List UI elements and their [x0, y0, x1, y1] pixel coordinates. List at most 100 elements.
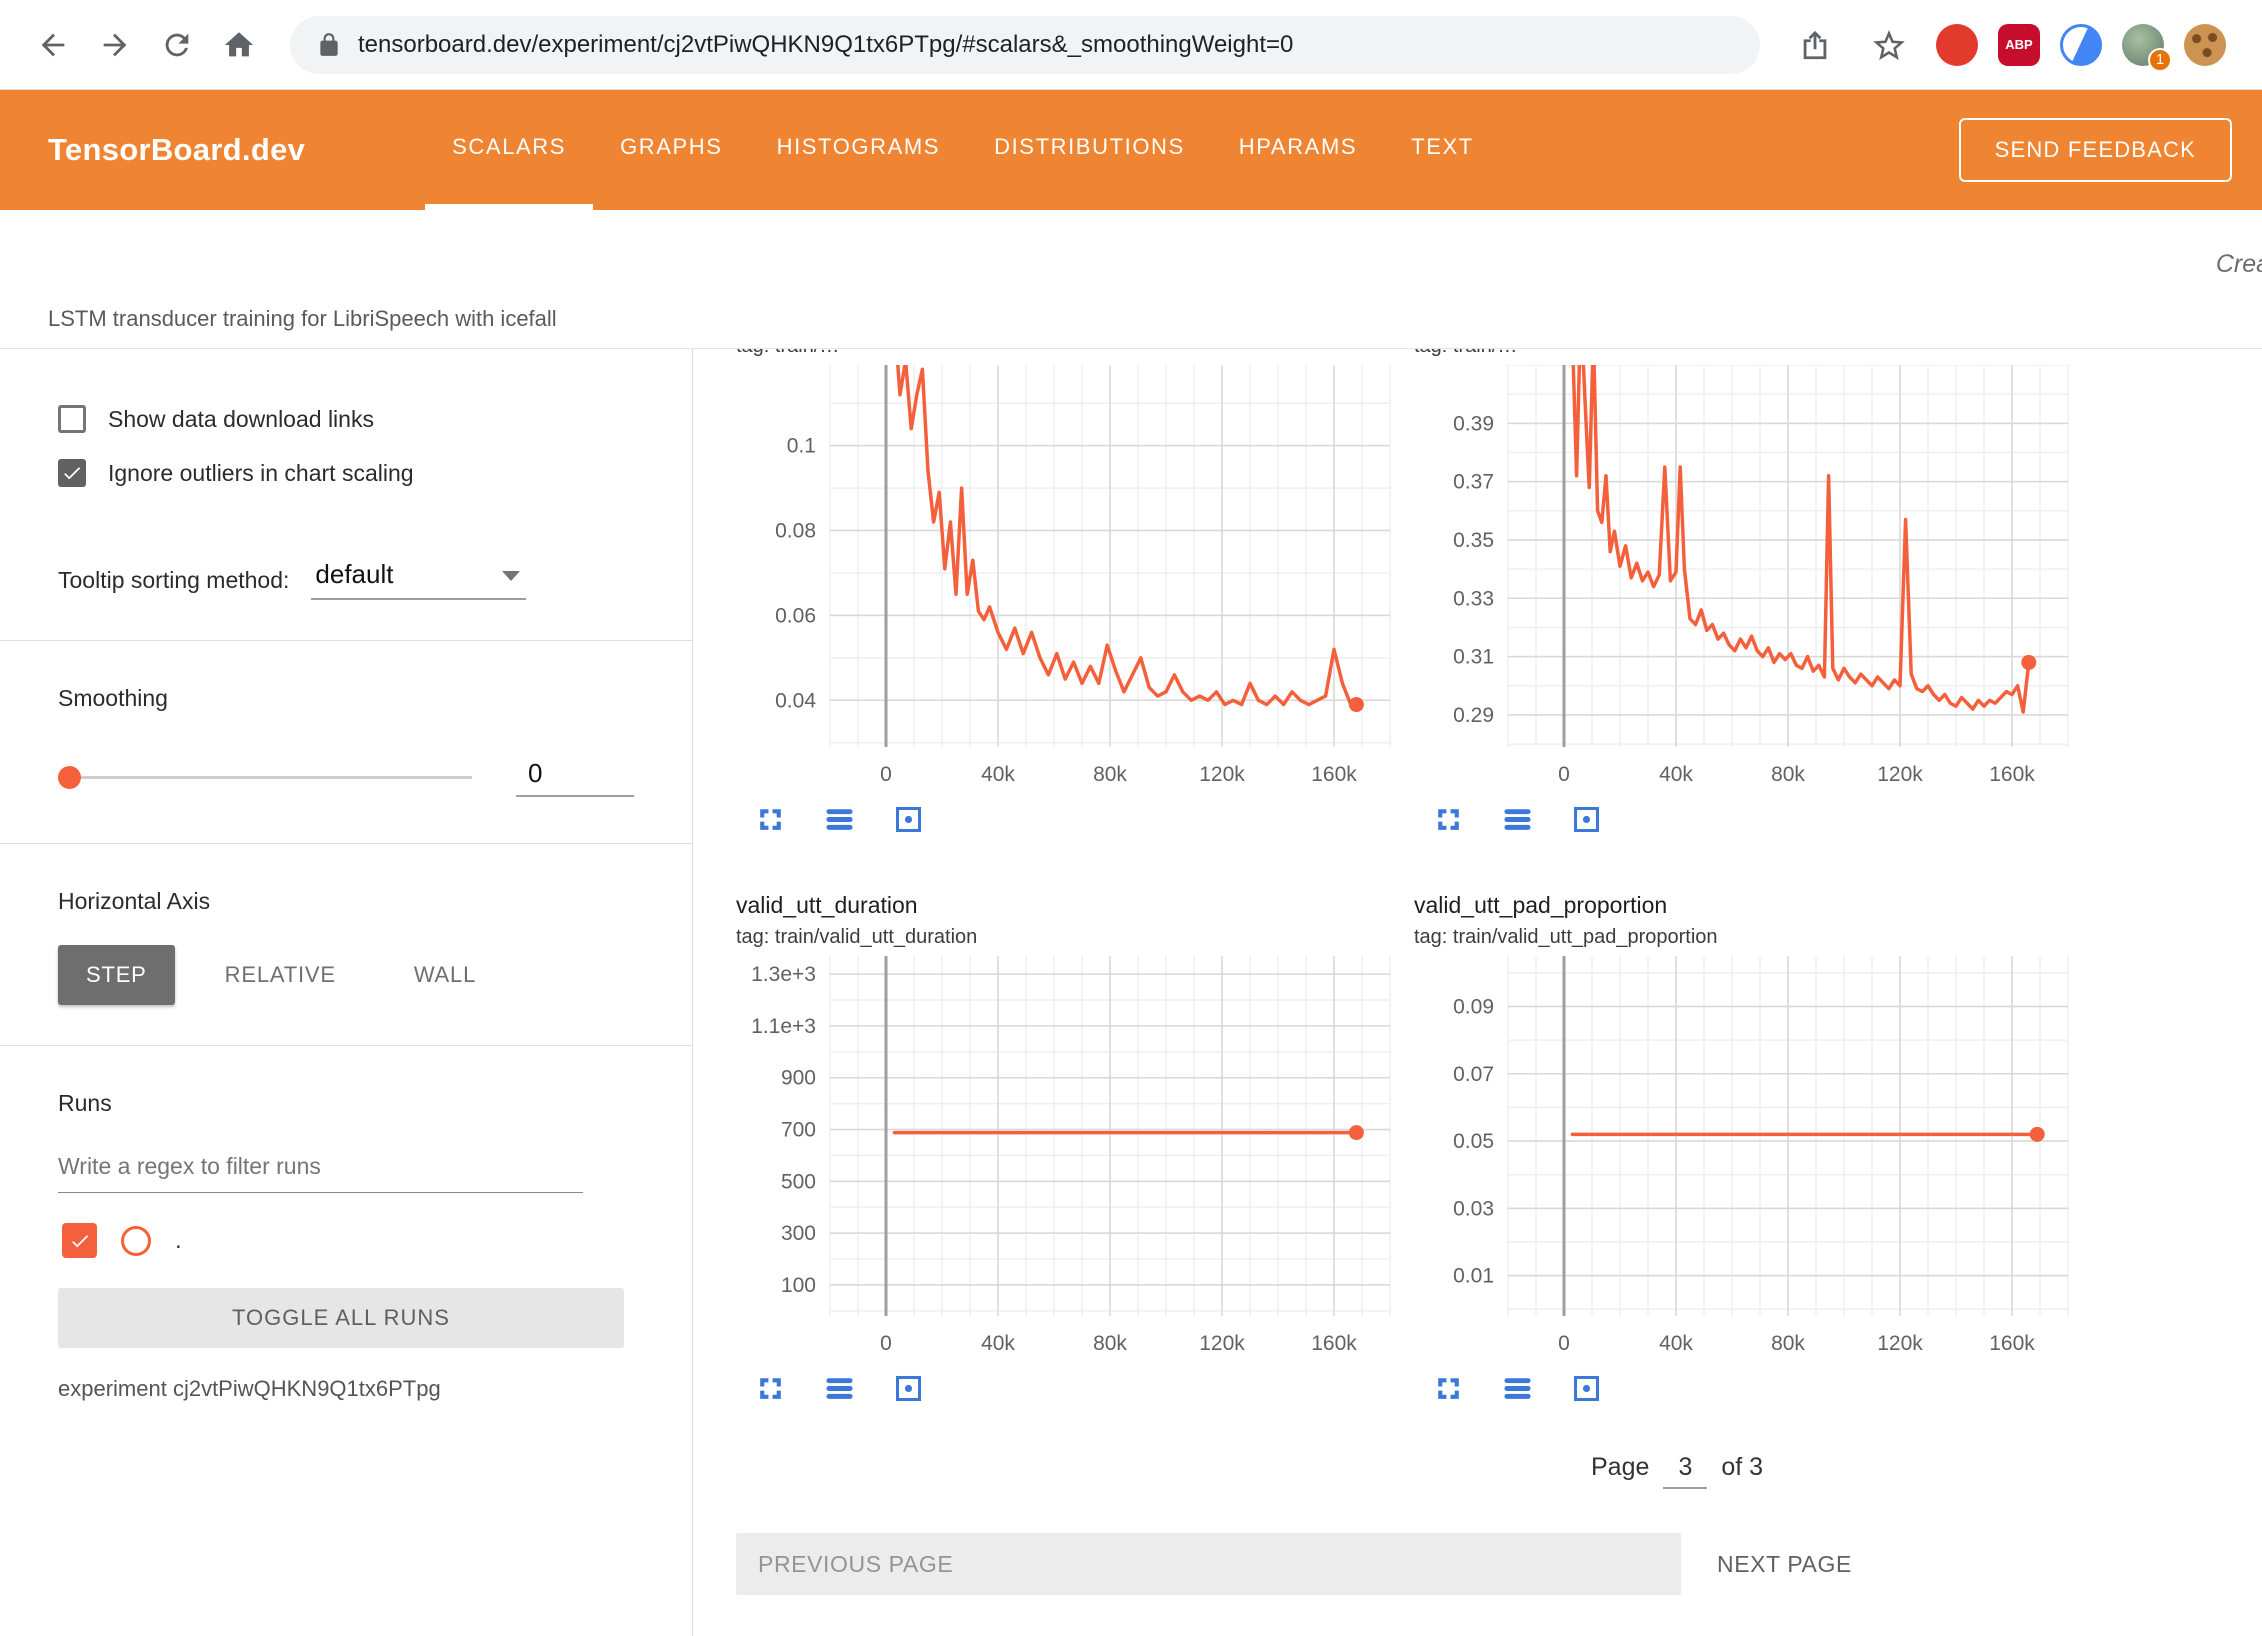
svg-text:0.31: 0.31 [1453, 646, 1494, 669]
svg-text:0.09: 0.09 [1453, 995, 1494, 1018]
fit-to-data-icon[interactable] [892, 1372, 925, 1405]
chevron-down-icon [502, 571, 520, 581]
forward-icon[interactable] [88, 18, 142, 72]
adblock-extension-icon[interactable] [1936, 24, 1978, 66]
experiment-description: LSTM transducer training for LibriSpeech… [48, 306, 557, 332]
avatar-badge: 1 [2148, 48, 2172, 72]
smoothing-label: Smoothing [58, 685, 692, 712]
svg-text:40k: 40k [1659, 1332, 1693, 1355]
svg-text:120k: 120k [1877, 763, 1923, 786]
svg-text:120k: 120k [1199, 1332, 1245, 1355]
tab-distributions[interactable]: DISTRIBUTIONS [967, 90, 1212, 210]
divider [0, 640, 692, 641]
chart-tag: tag: train/… [736, 349, 1394, 365]
svg-text:160k: 160k [1989, 1332, 2035, 1355]
svg-text:0.01: 0.01 [1453, 1265, 1494, 1288]
smoothing-slider-thumb[interactable] [58, 766, 81, 789]
svg-text:0: 0 [1558, 763, 1570, 786]
svg-text:0.08: 0.08 [775, 520, 816, 543]
runs-label: Runs [58, 1090, 692, 1117]
svg-text:0.05: 0.05 [1453, 1130, 1494, 1153]
address-bar[interactable]: tensorboard.dev/experiment/cj2vtPiwQHKN9… [290, 16, 1760, 74]
chart-tag: tag: train/… [1414, 349, 2072, 365]
fit-to-data-icon[interactable] [1570, 1372, 1603, 1405]
settings-sidebar: Show data download links Ignore outliers… [0, 349, 693, 1636]
tensorboard-logo[interactable]: TensorBoard.dev [48, 132, 305, 168]
profile-avatar[interactable]: 1 [2122, 24, 2164, 66]
line-chart: 040k80k120k160k0.040.060.080.1 [736, 365, 1394, 793]
svg-text:80k: 80k [1093, 1332, 1127, 1355]
menu-lines-icon[interactable] [1501, 1372, 1534, 1405]
chart-card: valid_utt_pad_proportion tag: train/vali… [1414, 892, 2072, 1405]
home-icon[interactable] [212, 18, 266, 72]
page-number-input[interactable] [1663, 1453, 1707, 1489]
axis-step-button[interactable]: STEP [58, 945, 175, 1005]
show-download-links-label: Show data download links [108, 406, 374, 433]
page-label: Page [1591, 1453, 1649, 1482]
menu-lines-icon[interactable] [1501, 803, 1534, 836]
ignore-outliers-label: Ignore outliers in chart scaling [108, 460, 414, 487]
main-nav-tabs: SCALARS GRAPHS HISTOGRAMS DISTRIBUTIONS … [425, 90, 1501, 210]
expand-chart-icon[interactable] [754, 803, 787, 836]
chart-title: valid_utt_pad_proportion [1414, 892, 2072, 926]
fit-to-data-icon[interactable] [1570, 803, 1603, 836]
expand-chart-icon[interactable] [1432, 803, 1465, 836]
bookmark-star-icon[interactable] [1862, 18, 1916, 72]
tab-histograms[interactable]: HISTOGRAMS [750, 90, 968, 210]
ignore-outliers-checkbox[interactable] [58, 459, 86, 487]
tab-text[interactable]: TEXT [1384, 90, 1501, 210]
svg-text:0.03: 0.03 [1453, 1197, 1494, 1220]
smoothing-slider[interactable] [58, 776, 472, 779]
expand-chart-icon[interactable] [1432, 1372, 1465, 1405]
run-color-swatch[interactable] [121, 1226, 151, 1256]
show-download-links-checkbox[interactable] [58, 405, 86, 433]
line-chart: 040k80k120k160k0.010.030.050.070.09 [1414, 956, 2072, 1362]
run-list-item: . [62, 1223, 692, 1258]
chart-title: valid_utt_duration [736, 892, 1394, 926]
smoothing-value-input[interactable] [516, 758, 634, 797]
svg-text:0.06: 0.06 [775, 604, 816, 627]
previous-page-button[interactable]: PREVIOUS PAGE [736, 1533, 1681, 1595]
page-total-label: of 3 [1721, 1453, 1763, 1482]
menu-lines-icon[interactable] [823, 803, 856, 836]
toggle-all-runs-button[interactable]: TOGGLE ALL RUNS [58, 1288, 624, 1348]
abp-extension-icon[interactable]: ABP [1998, 24, 2040, 66]
chart-card: tag: train/… 040k80k120k160k0.040.060.08… [736, 349, 1394, 836]
svg-text:40k: 40k [981, 763, 1015, 786]
send-feedback-button[interactable]: SEND FEEDBACK [1959, 118, 2232, 182]
share-icon[interactable] [1788, 18, 1842, 72]
svg-text:0.04: 0.04 [775, 689, 816, 712]
cookie-extension-icon[interactable] [2184, 24, 2226, 66]
fit-to-data-icon[interactable] [892, 803, 925, 836]
svg-text:160k: 160k [1989, 763, 2035, 786]
axis-relative-button[interactable]: RELATIVE [197, 945, 364, 1005]
divider [0, 843, 692, 844]
horizontal-axis-label: Horizontal Axis [58, 888, 692, 915]
tab-hparams[interactable]: HPARAMS [1212, 90, 1384, 210]
tab-scalars[interactable]: SCALARS [425, 90, 593, 210]
expand-chart-icon[interactable] [754, 1372, 787, 1405]
axis-wall-button[interactable]: WALL [386, 945, 504, 1005]
charts-main-area: tag: train/… 0 40k 80k 120k 160k 0.04 0.06 0.08… [693, 349, 2262, 1636]
refresh-icon[interactable] [150, 18, 204, 72]
pie-extension-icon[interactable] [2060, 24, 2102, 66]
chart-tag: tag: train/valid_utt_duration [736, 926, 1394, 956]
abp-label: ABP [2005, 37, 2032, 52]
line-chart: 040k80k120k160k1003005007009001.1e+31.3e… [736, 956, 1394, 1362]
svg-text:100: 100 [781, 1274, 816, 1297]
pagination: Page of 3 [1591, 1453, 2262, 1489]
next-page-button[interactable]: NEXT PAGE [1717, 1551, 1852, 1578]
menu-lines-icon[interactable] [823, 1372, 856, 1405]
tooltip-sorting-select[interactable]: default [311, 559, 526, 600]
svg-text:1.1e+3: 1.1e+3 [751, 1015, 816, 1038]
svg-text:0.29: 0.29 [1453, 704, 1494, 727]
svg-text:0: 0 [880, 763, 892, 786]
tab-graphs[interactable]: GRAPHS [593, 90, 750, 210]
clipped-right-text: Crea [2216, 250, 2262, 279]
chart-card: tag: train/… 040k80k120k160k0.290.310.33… [1414, 349, 2072, 836]
runs-filter-input[interactable] [58, 1153, 583, 1193]
back-icon[interactable] [26, 18, 80, 72]
svg-text:80k: 80k [1093, 763, 1127, 786]
run-checkbox[interactable] [62, 1223, 97, 1258]
browser-toolbar: tensorboard.dev/experiment/cj2vtPiwQHKN9… [0, 0, 2262, 90]
